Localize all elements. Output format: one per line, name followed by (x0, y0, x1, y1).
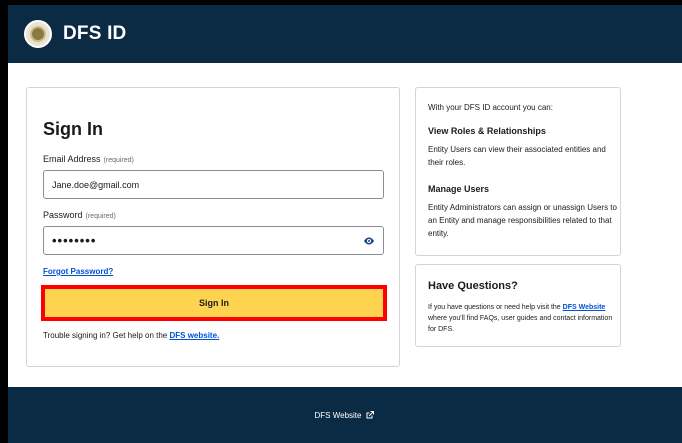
external-link-icon (366, 411, 375, 419)
email-label: Email Address (required) (43, 154, 134, 164)
sign-in-card: Sign In Email Address (required) Jane.doe… (26, 87, 400, 367)
questions-card: Have Questions? If you have questions or… (415, 264, 621, 347)
password-label: Password (required) (43, 210, 116, 220)
manage-users-heading: Manage Users (428, 184, 490, 194)
questions-text: If you have questions or need help visit… (428, 304, 613, 333)
trouble-text: Trouble signing in? Get help on the DFS … (43, 331, 220, 340)
password-field[interactable]: •••••••• (43, 226, 384, 255)
page-frame: DFS ID Sign In Email Address (required) J… (8, 5, 682, 443)
questions-title: Have Questions? (428, 280, 518, 292)
email-value: Jane.doe@gmail.com (52, 179, 140, 190)
sign-in-button-highlight: Sign In (41, 285, 387, 321)
state-seal-icon[interactable] (24, 20, 52, 48)
eye-icon[interactable] (363, 236, 375, 246)
email-required-note: (required) (103, 157, 134, 164)
dfs-website-link[interactable]: DFS Website (563, 304, 606, 311)
info-intro: With your DFS ID account you can: (428, 103, 553, 112)
manage-users-description: Entity Administrators can assign or unas… (428, 203, 617, 238)
footer-dfs-website-link[interactable]: DFS Website (315, 410, 376, 420)
forgot-password-link[interactable]: Forgot Password? (43, 267, 113, 276)
dfs-website-help-link[interactable]: DFS website. (169, 331, 219, 340)
password-value: •••••••• (52, 233, 97, 248)
site-header: DFS ID (8, 5, 682, 63)
brand-title[interactable]: DFS ID (63, 23, 126, 45)
account-info-card: With your DFS ID account you can: View R… (415, 87, 621, 256)
sign-in-title: Sign In (43, 119, 103, 139)
roles-description: Entity Users can view their associated e… (428, 145, 606, 167)
roles-heading: View Roles & Relationships (428, 126, 546, 136)
sign-in-button[interactable]: Sign In (45, 289, 383, 317)
password-required-note: (required) (85, 213, 116, 220)
email-field[interactable]: Jane.doe@gmail.com (43, 170, 384, 199)
site-footer: DFS Website (8, 387, 682, 443)
